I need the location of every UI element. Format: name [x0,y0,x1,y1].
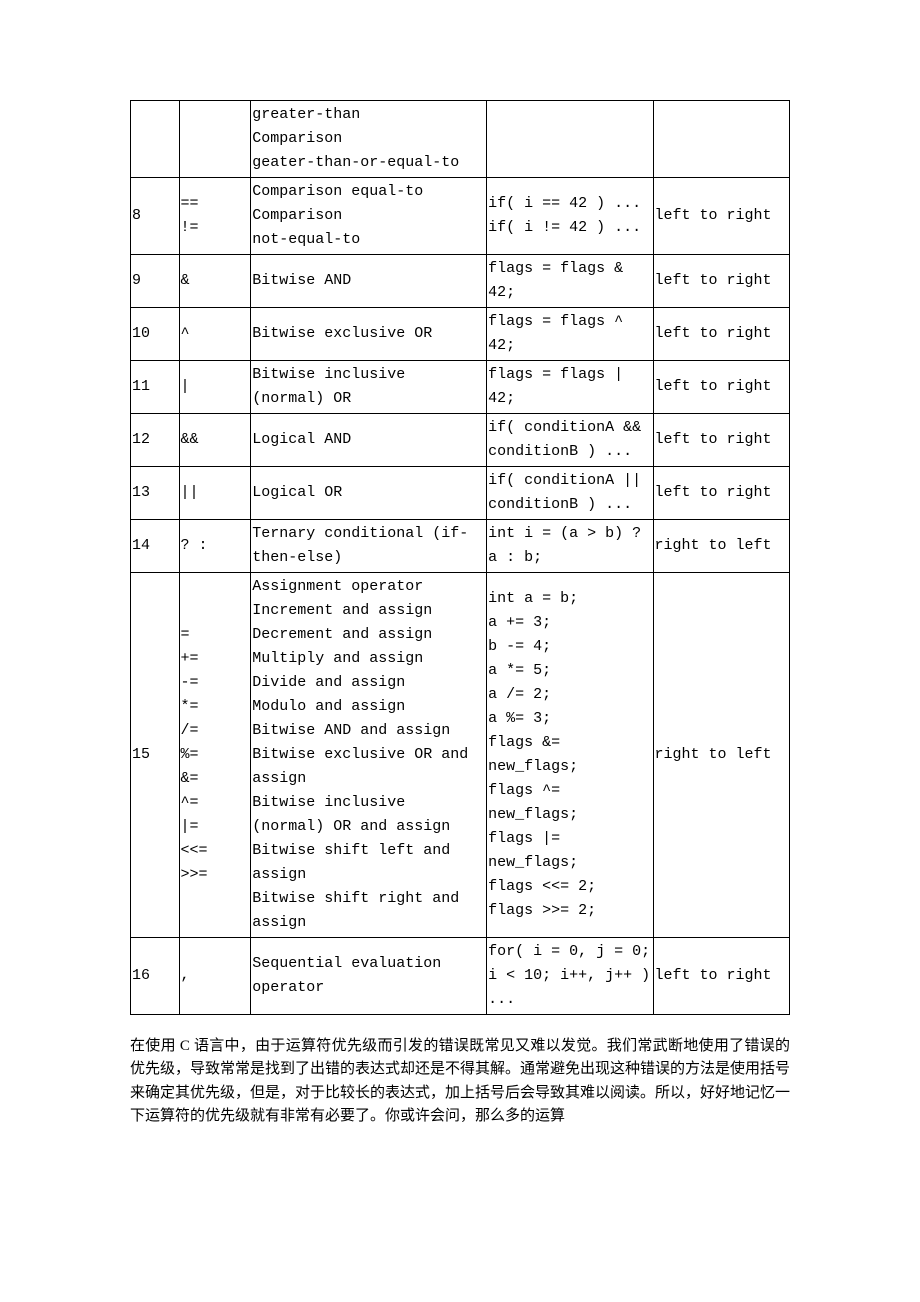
cell-associativity: right to left [653,520,789,573]
table-row: 15 = += -= *= /= %= &= ^= |= <<= >>= Ass… [131,573,790,938]
cell-level: 15 [131,573,180,938]
cell-example: flags = flags | 42; [487,361,653,414]
cell-example: if( conditionA || conditionB ) ... [487,467,653,520]
cell-example: flags = flags & 42; [487,255,653,308]
cell-level: 8 [131,178,180,255]
cell-associativity: left to right [653,308,789,361]
cell-associativity: left to right [653,178,789,255]
cell-description: Bitwise inclusive (normal) OR [251,361,487,414]
cell-description: Bitwise exclusive OR [251,308,487,361]
cell-associativity: left to right [653,361,789,414]
table-body: greater-than Comparison geater-than-or-e… [131,101,790,1015]
cell-level [131,101,180,178]
cell-associativity [653,101,789,178]
table-row: greater-than Comparison geater-than-or-e… [131,101,790,178]
cell-level: 16 [131,938,180,1015]
cell-example: if( i == 42 ) ... if( i != 42 ) ... [487,178,653,255]
cell-associativity: left to right [653,414,789,467]
operator-precedence-table: greater-than Comparison geater-than-or-e… [130,100,790,1015]
table-row: 12 && Logical AND if( conditionA && cond… [131,414,790,467]
cell-operator: | [179,361,251,414]
cell-associativity: left to right [653,255,789,308]
cell-level: 11 [131,361,180,414]
cell-level: 9 [131,255,180,308]
cell-level: 13 [131,467,180,520]
cell-associativity: left to right [653,467,789,520]
cell-example [487,101,653,178]
cell-operator [179,101,251,178]
cell-example: if( conditionA && conditionB ) ... [487,414,653,467]
body-paragraph: 在使用 C 语言中，由于运算符优先级而引发的错误既常见又难以发觉。我们常武断地使… [130,1035,790,1128]
cell-operator: = += -= *= /= %= &= ^= |= <<= >>= [179,573,251,938]
cell-example: int i = (a > b) ? a : b; [487,520,653,573]
cell-description: greater-than Comparison geater-than-or-e… [251,101,487,178]
cell-example: flags = flags ^ 42; [487,308,653,361]
table-row: 9 & Bitwise AND flags = flags & 42; left… [131,255,790,308]
cell-description: Ternary conditional (if-then-else) [251,520,487,573]
table-row: 14 ? : Ternary conditional (if-then-else… [131,520,790,573]
cell-associativity: right to left [653,573,789,938]
cell-example: int a = b; a += 3; b -= 4; a *= 5; a /= … [487,573,653,938]
cell-description: Logical AND [251,414,487,467]
cell-example: for( i = 0, j = 0; i < 10; i++, j++ ) ..… [487,938,653,1015]
cell-operator: , [179,938,251,1015]
cell-operator: == != [179,178,251,255]
cell-level: 12 [131,414,180,467]
cell-description: Sequential evaluation operator [251,938,487,1015]
cell-operator: & [179,255,251,308]
cell-description: Comparison equal-to Comparison not-equal… [251,178,487,255]
cell-description: Logical OR [251,467,487,520]
table-row: 11 | Bitwise inclusive (normal) OR flags… [131,361,790,414]
cell-operator: || [179,467,251,520]
cell-operator: && [179,414,251,467]
cell-associativity: left to right [653,938,789,1015]
cell-description: Assignment operator Increment and assign… [251,573,487,938]
table-row: 16 , Sequential evaluation operator for(… [131,938,790,1015]
table-row: 13 || Logical OR if( conditionA || condi… [131,467,790,520]
cell-operator: ^ [179,308,251,361]
cell-level: 10 [131,308,180,361]
document-page: greater-than Comparison geater-than-or-e… [0,0,920,1203]
table-row: 10 ^ Bitwise exclusive OR flags = flags … [131,308,790,361]
cell-operator: ? : [179,520,251,573]
cell-level: 14 [131,520,180,573]
table-row: 8 == != Comparison equal-to Comparison n… [131,178,790,255]
cell-description: Bitwise AND [251,255,487,308]
